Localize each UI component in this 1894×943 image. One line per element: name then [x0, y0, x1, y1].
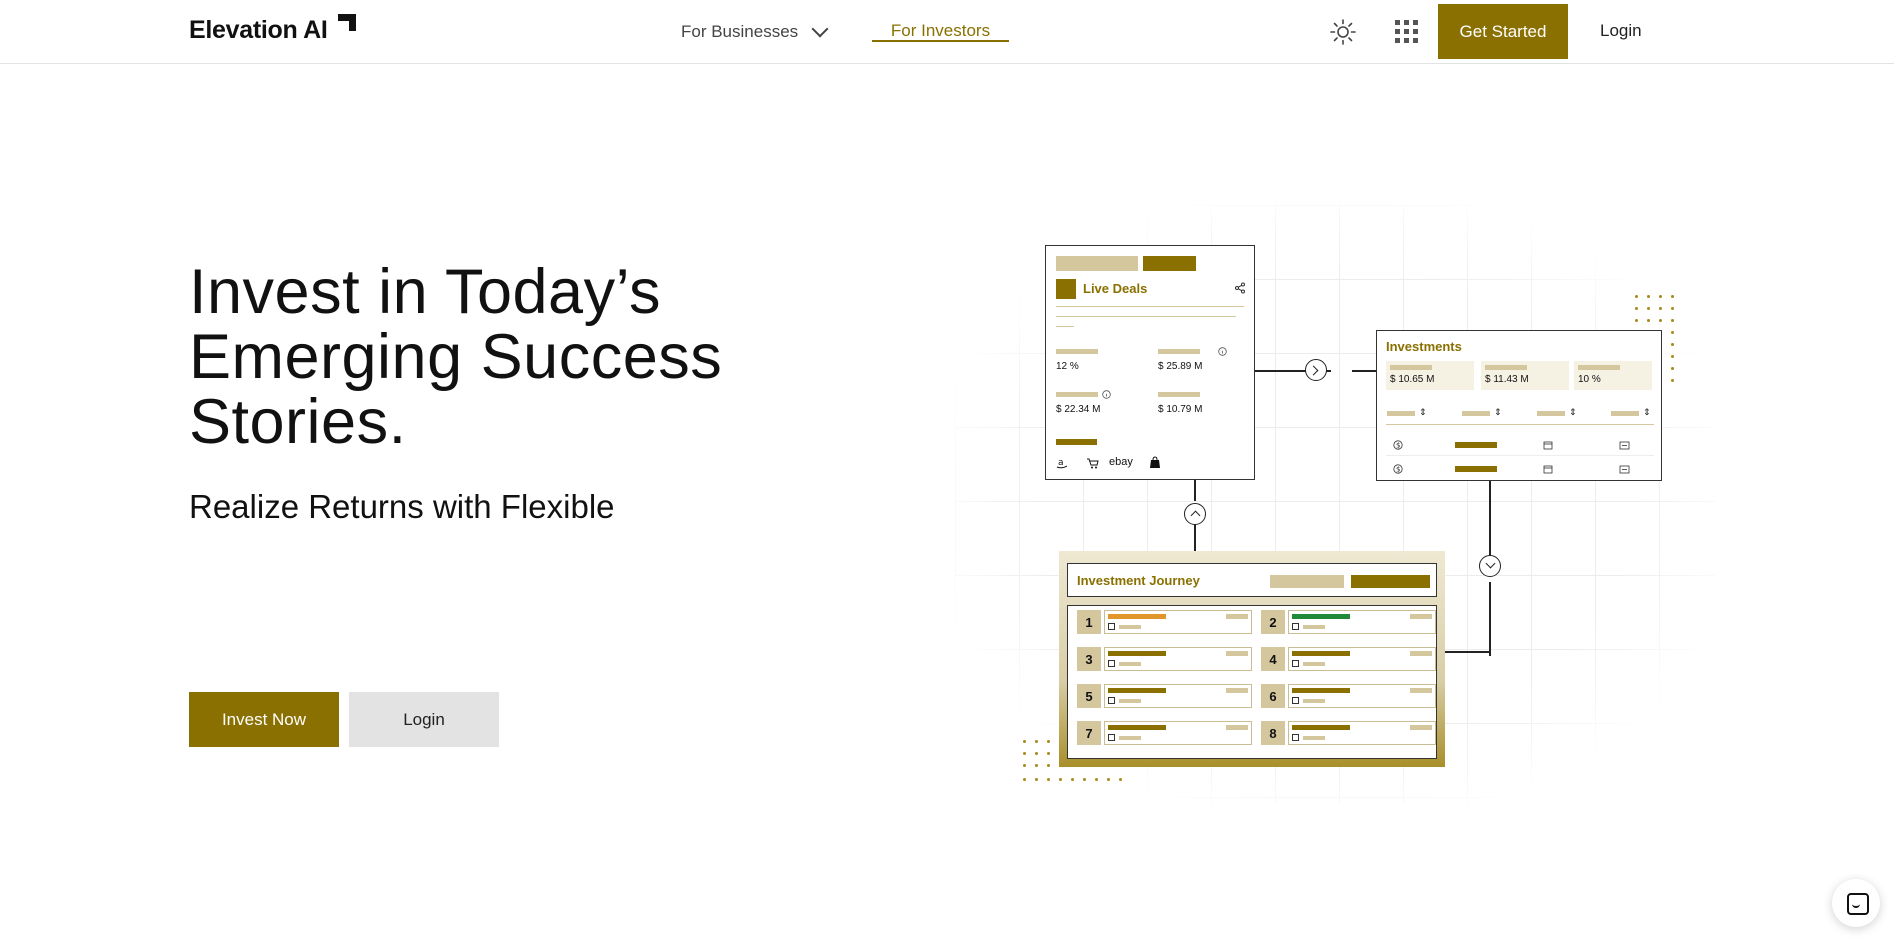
investment-journey-title: Investment Journey [1077, 573, 1200, 588]
calendar-icon [1292, 623, 1299, 630]
header-login-link[interactable]: Login [1600, 21, 1642, 41]
journey-step: 8 [1261, 721, 1436, 745]
calendar-icon [1108, 734, 1115, 741]
journey-step-box [1288, 647, 1436, 671]
logo-text: Elevation AI [189, 16, 328, 44]
investment-stat-3: 10 % [1578, 374, 1601, 385]
live-deals-card: Live Deals 12 % $ 25.89 M $ 22.34 M $ 10… [1045, 245, 1255, 480]
journey-step-number: 1 [1077, 610, 1101, 634]
deal-stat-2: $ 25.89 M [1158, 361, 1203, 372]
apps-grid-icon[interactable] [1393, 18, 1421, 46]
journey-step-number: 6 [1261, 684, 1285, 708]
deal-stat-1: 12 % [1056, 361, 1079, 372]
journey-step-box [1104, 647, 1252, 671]
chevron-right-icon [1305, 359, 1327, 381]
journey-step-number: 7 [1077, 721, 1101, 745]
nav-for-businesses-label: For Businesses [681, 22, 799, 41]
calendar-icon [1543, 441, 1553, 450]
deal-stat-4: $ 10.79 M [1158, 404, 1203, 415]
journey-step: 7 [1077, 721, 1252, 745]
journey-step-number: 4 [1261, 647, 1285, 671]
shopify-icon [1150, 456, 1160, 468]
calendar-icon [1292, 660, 1299, 667]
ebay-logo: ebay [1109, 456, 1133, 468]
dollar-circle-icon: $ [1393, 440, 1403, 450]
cart-icon [1087, 458, 1099, 469]
chat-support-icon[interactable] [1832, 879, 1880, 927]
nav-for-investors[interactable]: For Investors [872, 0, 1009, 42]
deal-logo-square [1056, 279, 1076, 299]
journey-step-number: 2 [1261, 610, 1285, 634]
calendar-icon [1543, 465, 1553, 474]
investments-card: Investments $ 10.65 M $ 11.43 M 10 % ⇕ ⇕… [1376, 330, 1662, 481]
calendar-icon [1108, 660, 1115, 667]
journey-step-number: 8 [1261, 721, 1285, 745]
hero-login-button[interactable]: Login [349, 692, 499, 747]
live-deals-title: Live Deals [1083, 281, 1148, 296]
journey-step: 4 [1261, 647, 1436, 671]
logo-mark-icon [337, 14, 356, 31]
hero-title: Invest in Today’s Emerging Success Stori… [189, 257, 723, 457]
calendar-icon [1108, 623, 1115, 630]
info-icon [1218, 347, 1227, 356]
journey-step-number: 5 [1077, 684, 1101, 708]
nav-for-investors-label: For Investors [890, 21, 991, 40]
investment-stat-1: $ 10.65 M [1390, 374, 1435, 385]
investment-stat-2: $ 11.43 M [1485, 374, 1529, 385]
journey-step: 1 [1077, 610, 1252, 634]
logo[interactable]: Elevation AI [189, 14, 356, 45]
calendar-icon [1292, 734, 1299, 741]
invest-now-button[interactable]: Invest Now [189, 692, 339, 747]
card-icon [1619, 465, 1630, 474]
theme-toggle-sun-icon[interactable] [1329, 18, 1357, 46]
nav-for-businesses[interactable]: For Businesses [681, 20, 829, 42]
journey-step-number: 3 [1077, 647, 1101, 671]
share-icon [1235, 282, 1245, 294]
journey-step: 3 [1077, 647, 1252, 671]
journey-step-box [1104, 610, 1252, 634]
chevron-down-icon [811, 20, 829, 38]
svg-text:$: $ [1396, 466, 1400, 474]
journey-step-box [1288, 610, 1436, 634]
calendar-icon [1292, 697, 1299, 704]
journey-step: 5 [1077, 684, 1252, 708]
amazon-icon: a [1056, 458, 1068, 469]
hero-subtitle: Realize Returns with Flexible [189, 488, 615, 525]
journey-step: 6 [1261, 684, 1436, 708]
deal-stat-3: $ 22.34 M [1056, 404, 1101, 415]
chevron-down-icon [1479, 555, 1501, 577]
info-icon [1102, 390, 1111, 399]
svg-text:a: a [1058, 458, 1064, 468]
top-nav-bar: Elevation AI For Businesses For Investor… [0, 0, 1894, 64]
get-started-button[interactable]: Get Started [1438, 4, 1568, 59]
journey-step-box [1104, 721, 1252, 745]
chevron-up-icon [1184, 503, 1206, 525]
journey-step-box [1104, 684, 1252, 708]
dollar-circle-icon: $ [1393, 464, 1403, 474]
journey-step-box [1288, 684, 1436, 708]
card-icon [1619, 441, 1630, 450]
journey-step-box [1288, 721, 1436, 745]
calendar-icon [1108, 697, 1115, 704]
investments-title: Investments [1386, 339, 1462, 354]
svg-text:$: $ [1396, 442, 1400, 450]
journey-step: 2 [1261, 610, 1436, 634]
hero-illustration: Live Deals 12 % $ 25.89 M $ 22.34 M $ 10… [955, 205, 1715, 805]
